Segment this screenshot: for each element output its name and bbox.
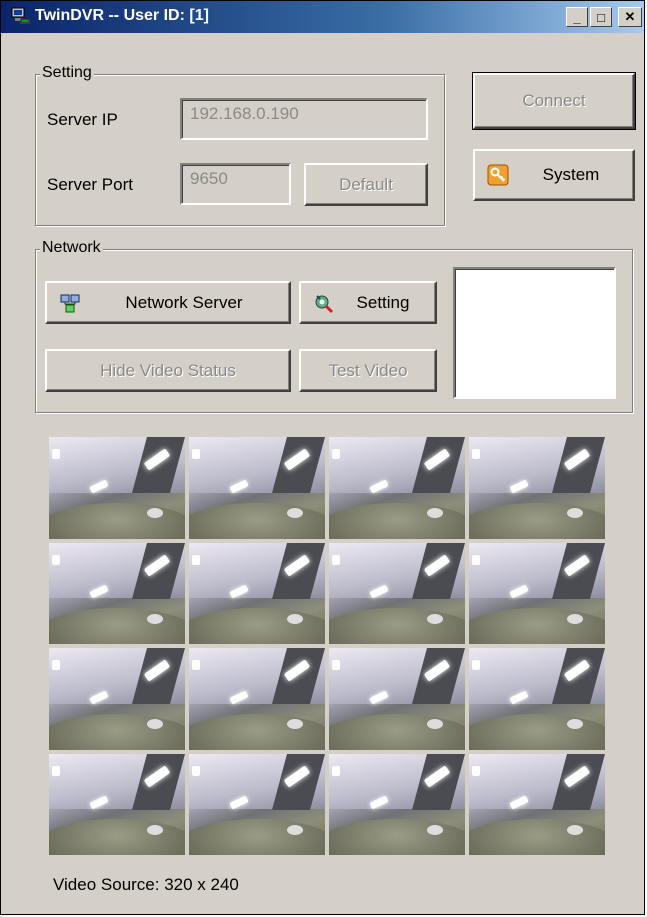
video-channel-tile[interactable] [329,542,465,644]
video-channel-tile[interactable] [329,437,465,539]
video-channel-tile[interactable] [189,648,325,750]
app-window: TwinDVR -- User ID: [1] _ □ ✕ Setting Se… [0,0,645,915]
video-source-label: Video Source: 320 x 240 [53,875,239,894]
video-preview-box [453,267,616,399]
video-channel-tile[interactable] [469,753,605,855]
system-button-label: System [542,165,600,184]
video-channel-tile[interactable] [49,437,185,539]
server-port-field[interactable]: 9650 [180,163,291,205]
video-channel-tile[interactable] [469,648,605,750]
video-channel-tile[interactable] [469,542,605,644]
minimize-button[interactable]: _ [566,7,588,27]
video-channel-tile[interactable] [189,437,325,539]
video-channel-tile[interactable] [189,542,325,644]
hide-video-status-button[interactable]: Hide Video Status [45,349,291,392]
video-channel-tile[interactable] [329,648,465,750]
video-grid [49,437,605,855]
video-channel-tile[interactable] [49,648,185,750]
setting-group-label: Setting [40,64,94,82]
network-setting-button-label: Setting [356,292,410,312]
key-icon [487,164,509,186]
system-button[interactable]: System [473,149,635,201]
window-title: TwinDVR -- User ID: [1] [35,7,209,24]
computer-network-icon [11,7,30,24]
video-channel-tile[interactable] [329,753,465,855]
maximize-button[interactable]: □ [590,7,612,27]
server-ip-label: Server IP [47,110,118,129]
network-server-icon [60,294,80,312]
network-group-label: Network [40,239,103,257]
network-setting-button[interactable]: Setting [299,281,437,324]
gear-wrench-icon [315,294,334,313]
title-bar[interactable]: TwinDVR -- User ID: [1] _ □ ✕ [1,1,644,33]
close-button[interactable]: ✕ [618,7,642,27]
video-channel-tile[interactable] [469,437,605,539]
video-channel-tile[interactable] [49,542,185,644]
test-video-button[interactable]: Test Video [299,349,437,392]
connect-button-label: Connect [522,91,586,110]
default-button[interactable]: Default [304,163,428,206]
server-port-label: Server Port [47,175,133,194]
network-server-button-label: Network Server [125,292,243,312]
video-channel-tile[interactable] [49,753,185,855]
network-server-button[interactable]: Network Server [45,281,291,324]
video-channel-tile[interactable] [189,753,325,855]
connect-button[interactable]: Connect [472,72,636,130]
server-ip-field[interactable]: 192.168.0.190 [180,98,428,140]
